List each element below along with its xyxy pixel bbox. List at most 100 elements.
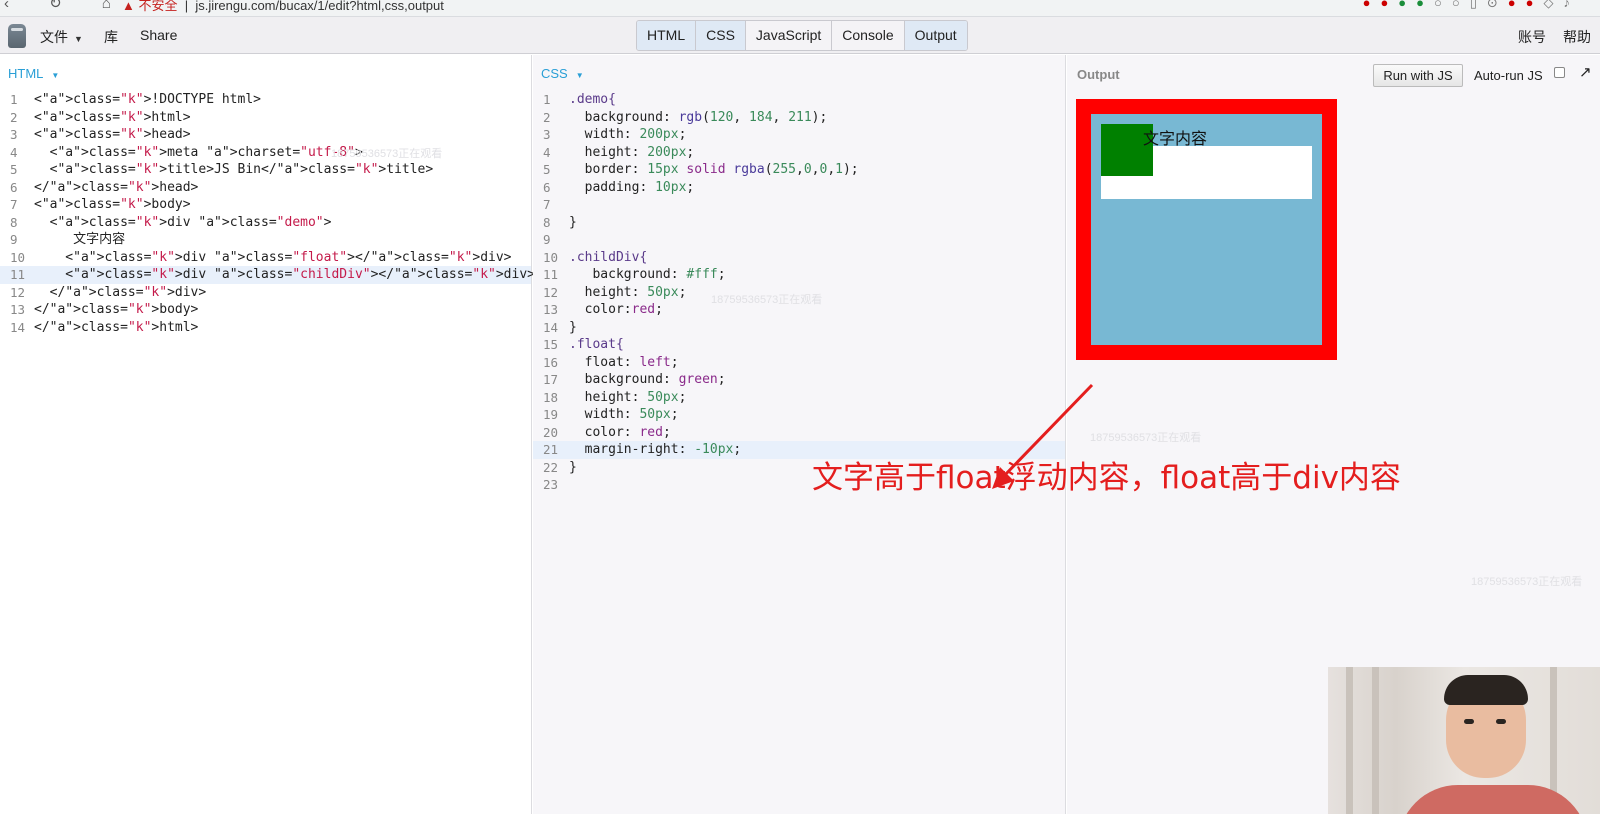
line-number: 7 [543,197,551,212]
code-text: <"a">class="k">head> [34,127,191,142]
html-editor[interactable]: 1 <"a">class="k">!DOCTYPE html> 2 <"a">clas… [0,91,535,337]
code-text: <"a">class="k">html> [34,109,191,125]
line-number: 9 [10,232,18,247]
code-text: </"a">class="k">body> [34,302,199,317]
jsbin-toolbar: 文件 ▼ 库 Share HTML CSS JavaScript Console … [0,17,1600,54]
line-number: 21 [543,442,559,457]
code-text: height: 50px; [584,389,687,405]
code-text: background: #fff; [592,267,726,282]
html-code-line[interactable]: 14 </"a">class="k">html> [0,319,531,337]
css-code-line[interactable]: 5 border: 15px solid rgba(255,0,0,1); [533,161,1065,179]
chevron-down-icon: ▼ [74,34,83,44]
css-code-line[interactable]: 18 height: 50px; [533,389,1065,407]
jsbin-logo-icon[interactable] [8,24,26,48]
css-code-line[interactable]: 11 background: #fff; [533,266,1065,284]
html-code-line[interactable]: 10 <"a">class="k">div "a">class="float">… [0,249,531,267]
html-code-line[interactable]: 4 <"a">class="k">meta "a">charset="utf-8… [0,144,531,162]
css-code-line[interactable]: 10 .childDiv{ [533,249,1065,267]
insecure-warning: ▲ 不安全 [122,0,178,13]
code-text: width: 200px; [584,127,687,142]
html-code-line[interactable]: 2 <"a">class="k">html> [0,109,531,127]
file-menu[interactable]: 文件 ▼ [40,27,83,47]
css-code-line[interactable]: 14} [533,319,1065,337]
share-menu[interactable]: Share [140,27,177,43]
line-number: 10 [10,249,26,265]
tab-html[interactable]: HTML [637,21,697,50]
line-number: 5 [543,162,551,177]
html-code-line[interactable]: 12 </"a">class="k">div> [0,284,531,302]
tab-output[interactable]: Output [904,21,967,50]
html-panel-label: HTML [8,66,44,81]
presenter-hair [1444,675,1528,705]
html-code-line[interactable]: 7 <"a">class="k">body> [0,196,531,214]
watermark: 18759536573正在观看 [331,148,443,160]
css-code-line[interactable]: 6 padding: 10px; [533,179,1065,197]
code-text: } [569,459,577,475]
html-code-line[interactable]: 8 <"a">class="k">div "a">class="demo"> [0,214,531,232]
css-code-line[interactable]: 15 .float{ [533,336,1065,354]
line-number: 7 [10,197,18,212]
html-code-line[interactable]: 13 </"a">class="k">body> [0,301,531,319]
css-code-line[interactable]: 20 color: red; [533,424,1065,442]
html-panel-title[interactable]: HTML ▼ [8,66,59,81]
autorun-checkbox[interactable] [1554,67,1565,78]
line-number: 14 [543,319,559,335]
html-code-line[interactable]: 1 <"a">class="k">!DOCTYPE html> [0,91,531,109]
help-menu[interactable]: 帮助 [1563,27,1591,47]
chevron-down-icon: ▼ [575,71,584,80]
browser-bar: ‹ ↻ ⌂ ▲ 不安全 | js.jirengu.com/bucax/1/edi… [0,0,1600,17]
file-menu-label: 文件 [40,29,68,45]
annotation-text: 文字高于float浮动内容，float高于div内容 [812,460,1401,496]
code-text: 文字内容 [34,232,126,247]
css-code-line[interactable]: 8} [533,214,1065,232]
css-code-line[interactable]: 7 [533,196,1065,214]
html-code-line[interactable]: 9 文字内容 [0,231,531,249]
address-bar[interactable]: ▲ 不安全 | js.jirengu.com/bucax/1/edit?html… [122,0,444,14]
css-code-line[interactable]: 1 .demo{ [533,91,1065,109]
line-number: 6 [10,179,18,195]
tab-css[interactable]: CSS [696,21,746,50]
css-panel-label: CSS [541,66,568,81]
line-number: 17 [543,372,559,387]
code-text: border: 15px solid rgba(255,0,0,1); [584,162,859,177]
css-code-line[interactable]: 17 background: green; [533,371,1065,389]
code-text: color:red; [584,302,663,317]
html-code-line[interactable]: 6 </"a">class="k">head> [0,179,531,197]
line-number: 18 [543,389,559,405]
css-panel-title[interactable]: CSS ▼ [541,66,584,81]
line-number: 11 [10,267,26,282]
code-text: width: 50px; [584,407,679,422]
line-number: 2 [10,109,18,125]
code-text: </"a">class="k">div> [34,284,207,300]
code-text: height: 200px; [584,144,695,160]
css-code-line[interactable]: 3 width: 200px; [533,126,1065,144]
popout-arrow-icon[interactable]: ↗ [1579,63,1592,81]
html-code-line[interactable]: 11 <"a">class="k">div "a">class="childDi… [0,266,535,284]
line-number: 19 [543,407,559,422]
run-with-js-button[interactable]: Run with JS [1373,64,1463,87]
account-menu[interactable]: 账号 [1518,27,1546,47]
css-code-line[interactable]: 16 float: left; [533,354,1065,372]
css-code-line[interactable]: 19 width: 50px; [533,406,1065,424]
code-text: <"a">class="k">meta "a">charset="utf-8"> [34,144,363,160]
code-text: } [569,319,577,335]
tab-console[interactable]: Console [832,21,905,50]
curtain-fold [1346,667,1353,814]
browser-nav-icons[interactable]: ‹ ↻ ⌂ [4,0,129,12]
html-code-line[interactable]: 5 <"a">class="k">title>JS Bin</"a">class… [0,161,531,179]
tab-javascript[interactable]: JavaScript [746,21,833,50]
line-number: 16 [543,354,559,370]
extension-icons[interactable]: ●●●●○○▯⊙●●◇♪ [1363,0,1580,11]
library-menu[interactable]: 库 [104,27,118,47]
css-code-line[interactable]: 2 background: rgb(120, 184, 211); [533,109,1065,127]
code-text: </"a">class="k">head> [34,179,199,195]
code-text: <"a">class="k">div "a">class="demo"> [34,214,332,230]
line-number: 3 [543,127,551,142]
css-code-line[interactable]: 4 height: 200px; [533,144,1065,162]
url-text[interactable]: js.jirengu.com/bucax/1/edit?html,css,out… [195,0,444,13]
line-number: 6 [543,179,551,195]
css-code-line[interactable]: 9 [533,231,1065,249]
css-panel: CSS ▼ 1 .demo{2 background: rgb(120, 184, … [533,55,1066,814]
html-code-line[interactable]: 3 <"a">class="k">head> [0,126,531,144]
html-panel: HTML ▼ 1 <"a">class="k">!DOCTYPE html> 2 <"a… [0,55,535,814]
